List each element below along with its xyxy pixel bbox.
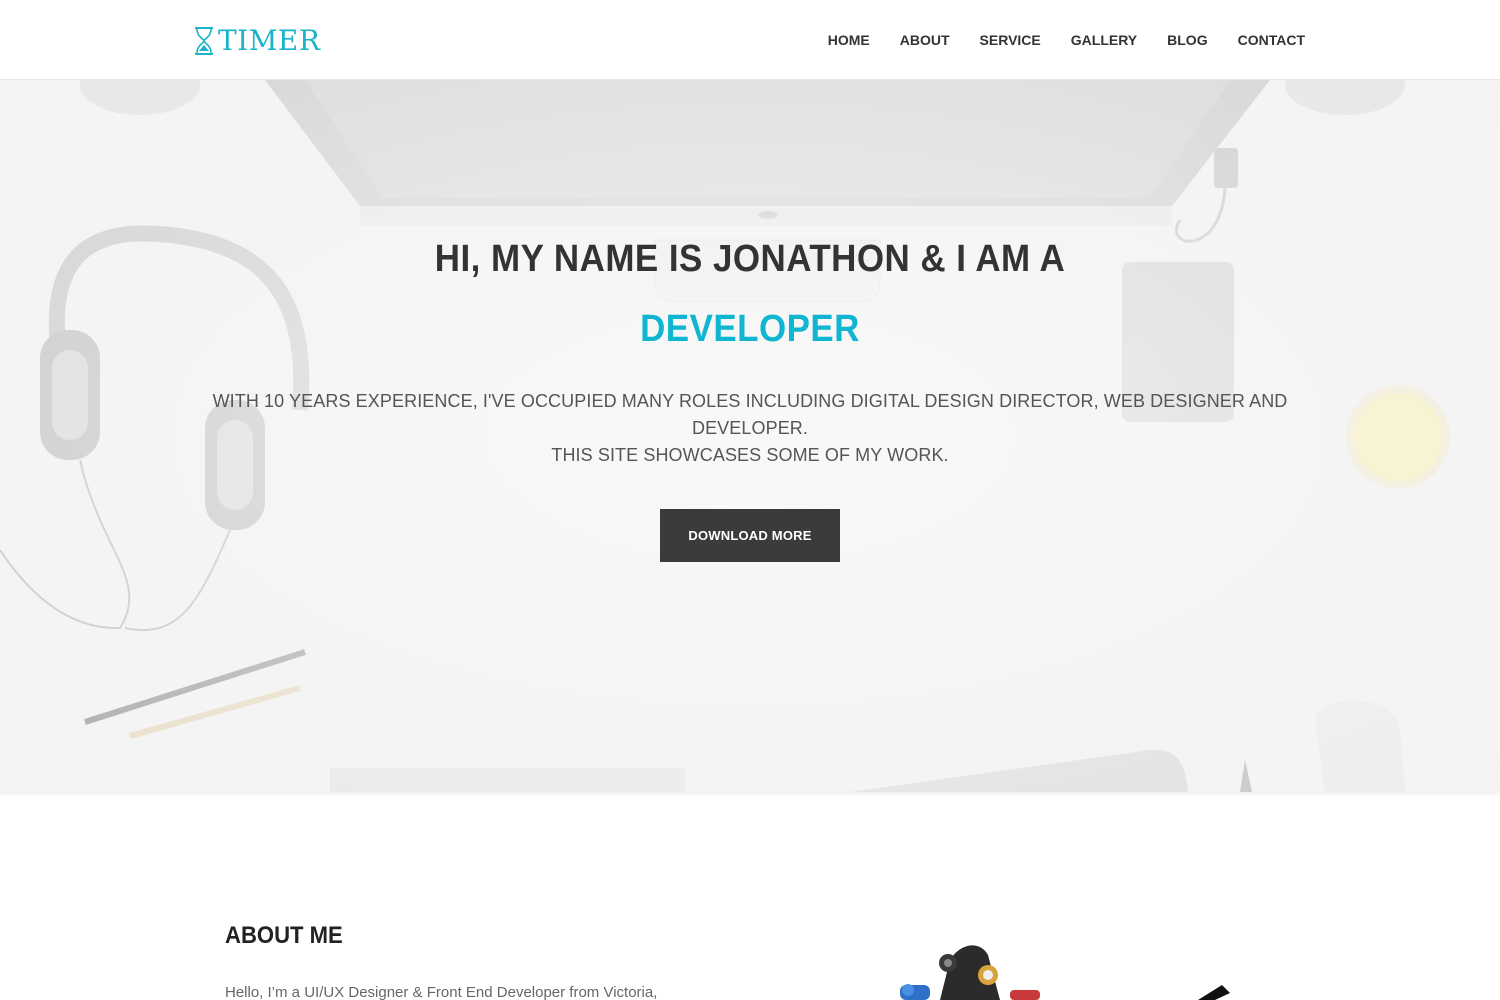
nav-gallery[interactable]: GALLERY [1071,31,1137,49]
nav-service[interactable]: SERVICE [980,31,1041,49]
hourglass-icon [195,27,213,55]
hero-title: HI, MY NAME IS JONATHON & I AM A [434,238,1066,280]
nav-home[interactable]: HOME [828,31,870,49]
desk-tools-image [900,945,1230,1000]
hero-role: DEVELOPER [640,308,860,350]
site-header: TIMER HOME ABOUT SERVICE GALLERY BLOG CO… [0,0,1500,80]
download-more-button[interactable]: DOWNLOAD MORE [660,509,840,562]
logo-text: TIMER [218,24,321,57]
about-intro: Hello, I’m a UI/UX Designer & Front End … [225,984,658,1000]
nav-blog[interactable]: BLOG [1167,31,1207,49]
nav-contact[interactable]: CONTACT [1238,31,1305,49]
main-nav: HOME ABOUT SERVICE GALLERY BLOG CONTACT [798,31,1305,49]
hero-description-line-1: WITH 10 YEARS EXPERIENCE, I'VE OCCUPIED … [212,391,1288,438]
about-title: ABOUT ME [225,922,343,949]
hero-section: HI, MY NAME IS JONATHON & I AM A DEVELOP… [0,80,1500,792]
logo[interactable]: TIMER [193,24,320,58]
hero-description-line-2: THIS SITE SHOWCASES SOME OF MY WORK. [551,445,949,465]
nav-about[interactable]: ABOUT [900,31,950,49]
hero-description: WITH 10 YEARS EXPERIENCE, I'VE OCCUPIED … [190,388,1310,469]
